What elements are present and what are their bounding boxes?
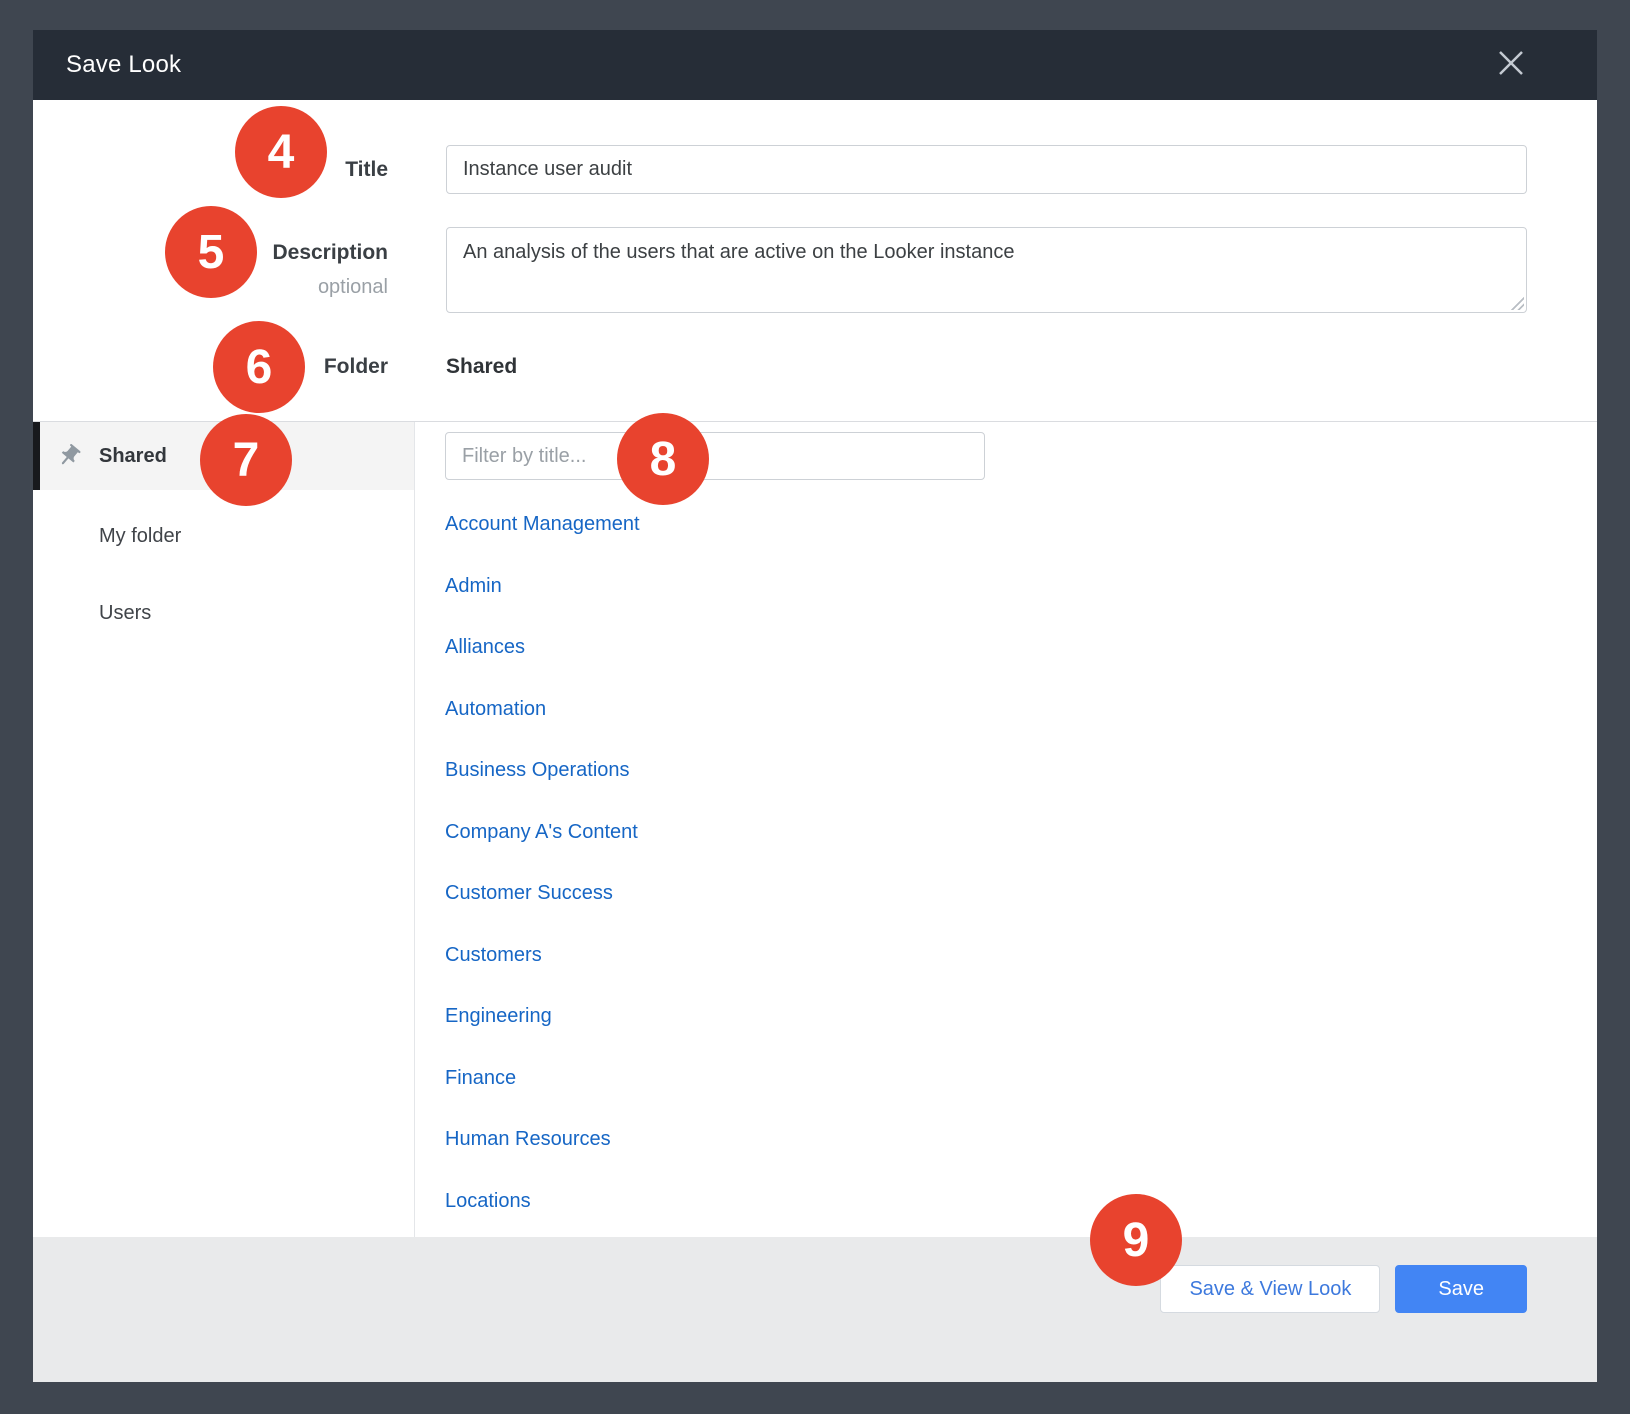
save-button[interactable]: Save bbox=[1395, 1265, 1527, 1313]
close-button[interactable] bbox=[1493, 47, 1529, 83]
selected-folder-value: Shared bbox=[446, 352, 517, 382]
folder-list-item: Company A's Content bbox=[445, 802, 1597, 864]
folder-link[interactable]: Locations bbox=[445, 1190, 531, 1213]
save-and-view-look-button[interactable]: Save & View Look bbox=[1160, 1265, 1380, 1313]
folder-list-item: Human Resources bbox=[445, 1109, 1597, 1171]
save-look-form: Title Description optional An analysis o… bbox=[33, 100, 1597, 421]
description-field-wrap: An analysis of the users that are active… bbox=[446, 227, 1527, 313]
folder-label: Folder bbox=[324, 355, 388, 378]
folder-link[interactable]: Automation bbox=[445, 698, 546, 721]
folder-link[interactable]: Customers bbox=[445, 944, 542, 967]
folder-list-item: Finance bbox=[445, 1048, 1597, 1110]
folder-list-item: Engineering bbox=[445, 986, 1597, 1048]
folder-browser: Shared My folder Users Account Managemen… bbox=[33, 421, 1597, 1237]
folder-list-item: Admin bbox=[445, 556, 1597, 618]
folder-link[interactable]: Engineering bbox=[445, 1005, 552, 1028]
sidebar-item-label: Shared bbox=[99, 445, 167, 468]
folder-list-item: Customer Success bbox=[445, 863, 1597, 925]
folder-list-item: Customers bbox=[445, 925, 1597, 987]
save-look-dialog: Save Look Title Description optional An … bbox=[33, 30, 1597, 1382]
description-label-col: Description optional bbox=[33, 240, 388, 300]
pin-icon bbox=[56, 443, 82, 469]
folder-list-panel: Account Management Admin Alliances Autom… bbox=[415, 422, 1597, 1237]
filter-by-title-input[interactable] bbox=[445, 432, 985, 480]
folder-sidebar: Shared My folder Users bbox=[33, 422, 415, 1237]
dialog-title: Save Look bbox=[66, 51, 181, 79]
folder-list-item: Locations bbox=[445, 1171, 1597, 1233]
description-optional-hint: optional bbox=[33, 274, 388, 300]
folder-link[interactable]: Company A's Content bbox=[445, 821, 638, 844]
title-input[interactable] bbox=[446, 145, 1527, 194]
dialog-header: Save Look bbox=[33, 30, 1597, 100]
sidebar-item-label: My folder bbox=[99, 525, 181, 548]
title-label-col: Title bbox=[33, 145, 388, 194]
dialog-footer: Save & View Look Save bbox=[33, 1237, 1597, 1382]
folder-link[interactable]: Finance bbox=[445, 1067, 516, 1090]
folder-list-item: Automation bbox=[445, 679, 1597, 741]
folder-link[interactable]: Admin bbox=[445, 575, 502, 598]
folder-link[interactable]: Account Management bbox=[445, 513, 640, 536]
folder-list: Account Management Admin Alliances Autom… bbox=[445, 494, 1597, 1232]
sidebar-item-users[interactable]: Users bbox=[33, 575, 414, 652]
folder-list-item: Account Management bbox=[445, 494, 1597, 556]
folder-link[interactable]: Customer Success bbox=[445, 882, 613, 905]
sidebar-item-my-folder[interactable]: My folder bbox=[33, 498, 414, 575]
title-label: Title bbox=[345, 158, 388, 181]
folder-label-col: Folder bbox=[33, 352, 388, 382]
description-input[interactable]: An analysis of the users that are active… bbox=[446, 227, 1527, 313]
folder-list-item: Business Operations bbox=[445, 740, 1597, 802]
close-icon bbox=[1494, 46, 1528, 85]
sidebar-item-shared[interactable]: Shared bbox=[33, 422, 414, 490]
folder-list-item: Alliances bbox=[445, 617, 1597, 679]
folder-link[interactable]: Human Resources bbox=[445, 1128, 611, 1151]
folder-link[interactable]: Alliances bbox=[445, 636, 525, 659]
folder-link[interactable]: Business Operations bbox=[445, 759, 630, 782]
sidebar-item-label: Users bbox=[99, 602, 151, 625]
description-label: Description bbox=[33, 240, 388, 266]
